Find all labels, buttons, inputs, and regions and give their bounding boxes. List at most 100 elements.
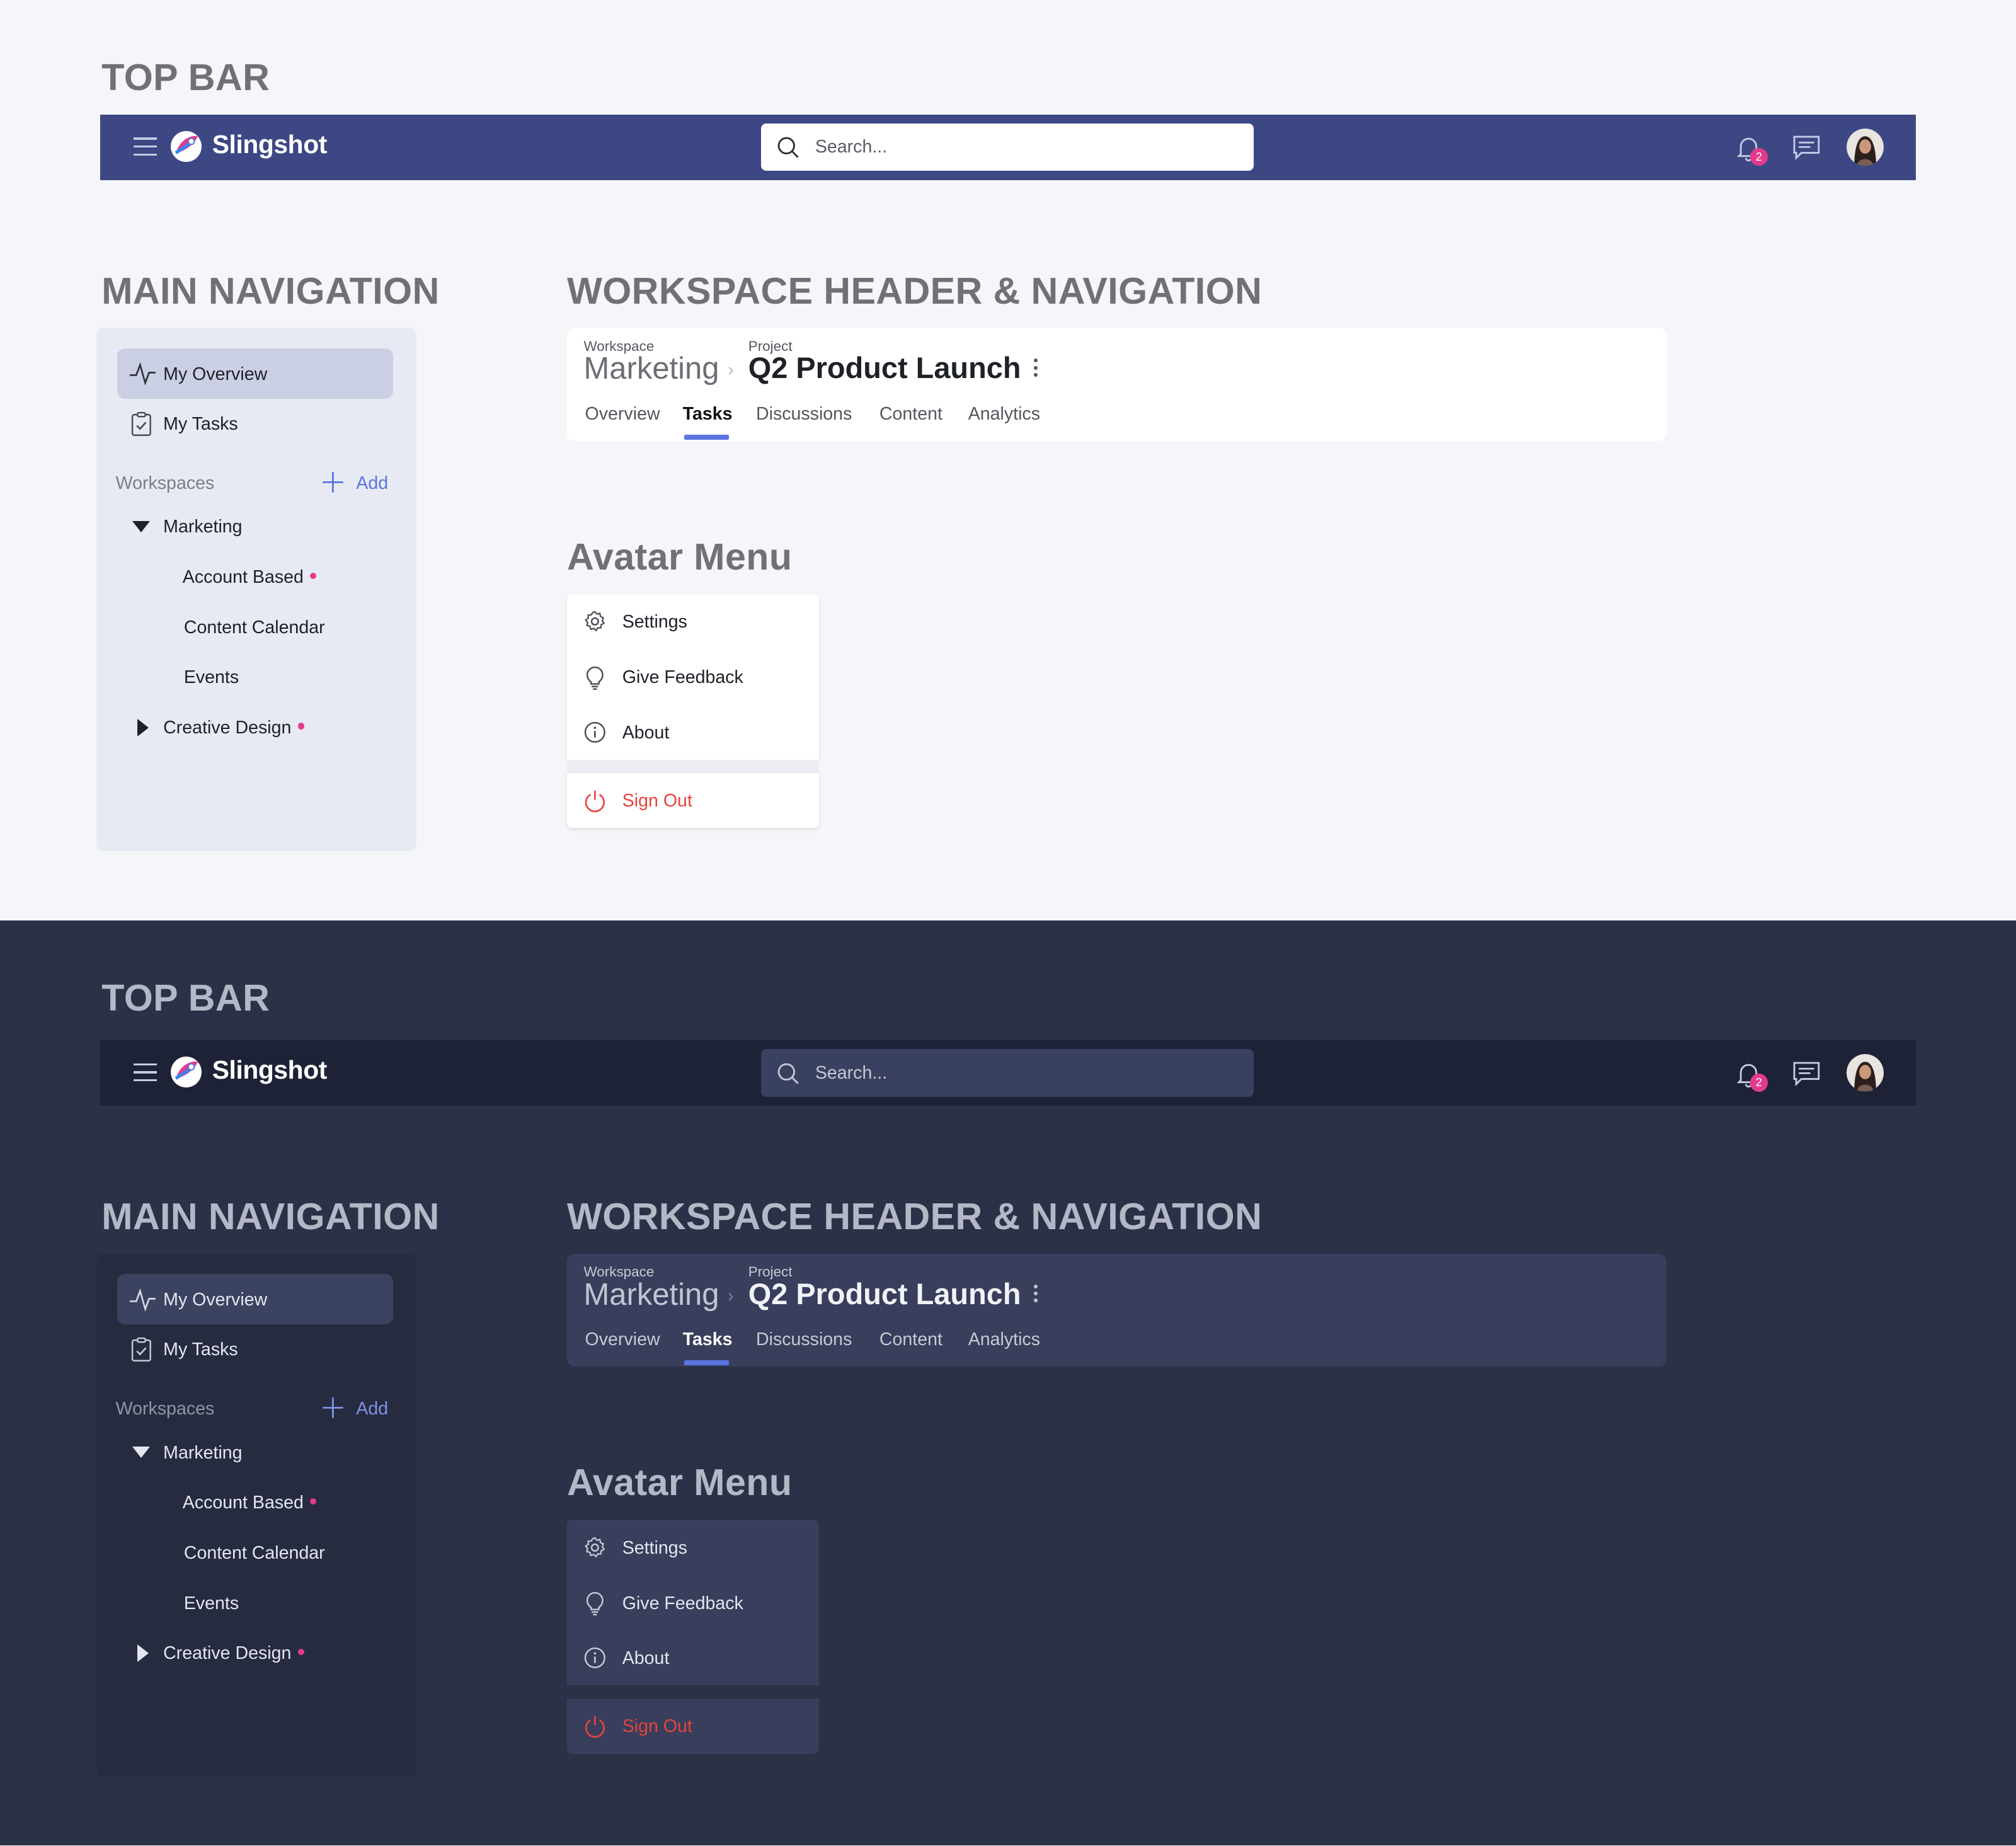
menu-item-about[interactable]: About bbox=[567, 704, 819, 760]
caret-down-icon[interactable] bbox=[132, 1446, 151, 1458]
menu-item-label: Give Feedback bbox=[622, 667, 743, 688]
brand-name: Slingshot bbox=[212, 1055, 328, 1085]
tab-content[interactable]: Content bbox=[879, 1329, 942, 1350]
chat-icon[interactable] bbox=[1792, 1061, 1821, 1087]
nav-item-my-overview[interactable]: My Overview bbox=[117, 1274, 394, 1324]
menu-item-settings[interactable]: Settings bbox=[567, 1520, 819, 1575]
power-icon bbox=[585, 1716, 605, 1738]
section-heading-avatar-menu: Avatar Menu bbox=[566, 535, 793, 578]
top-bar: Slingshot 2 bbox=[100, 1040, 1916, 1106]
unread-dot bbox=[297, 1648, 304, 1656]
breadcrumb-separator: › bbox=[728, 1285, 734, 1306]
menu-item-give-feedback[interactable]: Give Feedback bbox=[567, 1575, 819, 1631]
tree-item-content-calendar[interactable]: Content Calendar bbox=[184, 1543, 325, 1564]
tree-item-marketing[interactable]: Marketing bbox=[163, 1443, 242, 1464]
more-options-icon[interactable] bbox=[1033, 358, 1039, 379]
search-input[interactable] bbox=[815, 1049, 1227, 1097]
tab-tasks[interactable]: Tasks bbox=[683, 1329, 733, 1350]
clipboard-check-icon bbox=[131, 1338, 151, 1362]
workspace-name[interactable]: Marketing bbox=[584, 1277, 719, 1312]
workspaces-label: Workspaces bbox=[115, 1399, 215, 1419]
active-tab-indicator bbox=[684, 434, 730, 440]
info-icon bbox=[584, 721, 605, 743]
gear-icon bbox=[584, 1537, 605, 1558]
project-name: Q2 Product Launch bbox=[748, 1277, 1021, 1310]
section-heading-avatar-menu: Avatar Menu bbox=[566, 1461, 793, 1504]
section-heading-top-bar: TOP BAR bbox=[101, 976, 270, 1019]
tab-discussions[interactable]: Discussions bbox=[756, 404, 852, 425]
tab-analytics[interactable]: Analytics bbox=[968, 1329, 1040, 1350]
tree-item-account-based[interactable]: Account Based bbox=[183, 1493, 317, 1513]
power-icon bbox=[585, 791, 605, 813]
menu-item-settings[interactable]: Settings bbox=[567, 594, 819, 650]
search-box[interactable] bbox=[761, 123, 1254, 171]
tree-item-account-based[interactable]: Account Based bbox=[183, 567, 317, 588]
sign-out-label: Sign Out bbox=[622, 791, 692, 811]
menu-item-sign-out[interactable]: Sign Out bbox=[567, 1699, 819, 1754]
section-heading-main-navigation: MAIN NAVIGATION bbox=[101, 269, 440, 312]
menu-item-about[interactable]: About bbox=[567, 1631, 819, 1686]
clipboard-check-icon bbox=[131, 411, 151, 437]
nav-item-my-tasks[interactable]: My Tasks bbox=[117, 1324, 394, 1375]
workspaces-label: Workspaces bbox=[115, 473, 215, 493]
tab-content[interactable]: Content bbox=[879, 404, 942, 425]
activity-icon bbox=[130, 362, 156, 386]
tree-item-creative-design[interactable]: Creative Design bbox=[163, 1643, 304, 1664]
hamburger-menu-icon[interactable] bbox=[134, 1063, 157, 1082]
tree-item-events[interactable]: Events bbox=[184, 1593, 239, 1614]
nav-item-label: My Overview bbox=[163, 1289, 268, 1310]
tree-item-creative-design[interactable]: Creative Design bbox=[163, 718, 304, 738]
menu-item-give-feedback[interactable]: Give Feedback bbox=[567, 650, 819, 705]
menu-item-label: About bbox=[622, 1648, 670, 1669]
unread-dot bbox=[310, 1498, 317, 1505]
avatar-menu: Settings Give Feedback About bbox=[566, 593, 819, 760]
nav-item-my-tasks[interactable]: My Tasks bbox=[117, 399, 394, 449]
user-avatar[interactable] bbox=[1846, 1054, 1884, 1092]
more-options-icon[interactable] bbox=[1033, 1284, 1039, 1305]
chat-icon[interactable] bbox=[1792, 135, 1821, 161]
avatar-menu-signout-group: Sign Out bbox=[566, 772, 819, 828]
add-label: Add bbox=[356, 473, 389, 493]
search-input[interactable] bbox=[815, 123, 1227, 171]
tab-overview[interactable]: Overview bbox=[585, 404, 660, 425]
unread-dot bbox=[297, 723, 304, 730]
workspace-header: Workspace Marketing › Project Q2 Product… bbox=[566, 1253, 1666, 1367]
caret-right-icon[interactable] bbox=[137, 718, 149, 737]
tree-item-marketing[interactable]: Marketing bbox=[163, 517, 242, 537]
search-box[interactable] bbox=[761, 1049, 1254, 1097]
tab-discussions[interactable]: Discussions bbox=[756, 1329, 852, 1350]
search-icon bbox=[777, 1063, 799, 1084]
tab-analytics[interactable]: Analytics bbox=[968, 404, 1040, 425]
tree-item-label: Creative Design bbox=[163, 717, 292, 738]
avatar-menu-signout-group: Sign Out bbox=[566, 1698, 819, 1754]
workspace-name[interactable]: Marketing bbox=[584, 351, 719, 386]
tab-overview[interactable]: Overview bbox=[585, 1329, 660, 1350]
tab-tasks[interactable]: Tasks bbox=[683, 404, 733, 425]
nav-item-my-overview[interactable]: My Overview bbox=[117, 348, 394, 399]
nav-item-label: My Tasks bbox=[163, 1339, 238, 1360]
sign-out-label: Sign Out bbox=[622, 1716, 692, 1737]
menu-item-sign-out[interactable]: Sign Out bbox=[567, 773, 819, 828]
info-icon bbox=[584, 1648, 605, 1669]
menu-divider bbox=[566, 1685, 819, 1699]
lightbulb-icon bbox=[586, 666, 604, 691]
section-heading-main-navigation: MAIN NAVIGATION bbox=[101, 1195, 440, 1237]
menu-item-label: Settings bbox=[622, 612, 687, 633]
tree-item-events[interactable]: Events bbox=[184, 667, 239, 688]
notification-badge: 2 bbox=[1750, 147, 1768, 166]
nav-item-label: My Overview bbox=[163, 364, 268, 384]
user-avatar[interactable] bbox=[1846, 129, 1884, 166]
lightbulb-icon bbox=[586, 1592, 604, 1616]
main-navigation: My Overview My Tasks Workspaces Add Mark… bbox=[96, 1253, 417, 1777]
tree-item-label: Account Based bbox=[182, 566, 304, 587]
main-navigation: My Overview My Tasks Workspaces Add Mark… bbox=[96, 328, 417, 851]
caret-down-icon[interactable] bbox=[132, 520, 151, 532]
hamburger-menu-icon[interactable] bbox=[134, 137, 157, 156]
add-label: Add bbox=[356, 1399, 389, 1419]
dark-theme-section: TOP BAR Slingshot 2 MAIN NAVIGATION bbox=[0, 920, 2016, 1845]
caret-right-icon[interactable] bbox=[137, 1644, 149, 1663]
section-heading-workspace-header: WORKSPACE HEADER & NAVIGATION bbox=[566, 1195, 1263, 1237]
search-icon bbox=[777, 137, 799, 158]
tree-item-content-calendar[interactable]: Content Calendar bbox=[184, 617, 325, 638]
plus-icon bbox=[323, 1397, 343, 1418]
